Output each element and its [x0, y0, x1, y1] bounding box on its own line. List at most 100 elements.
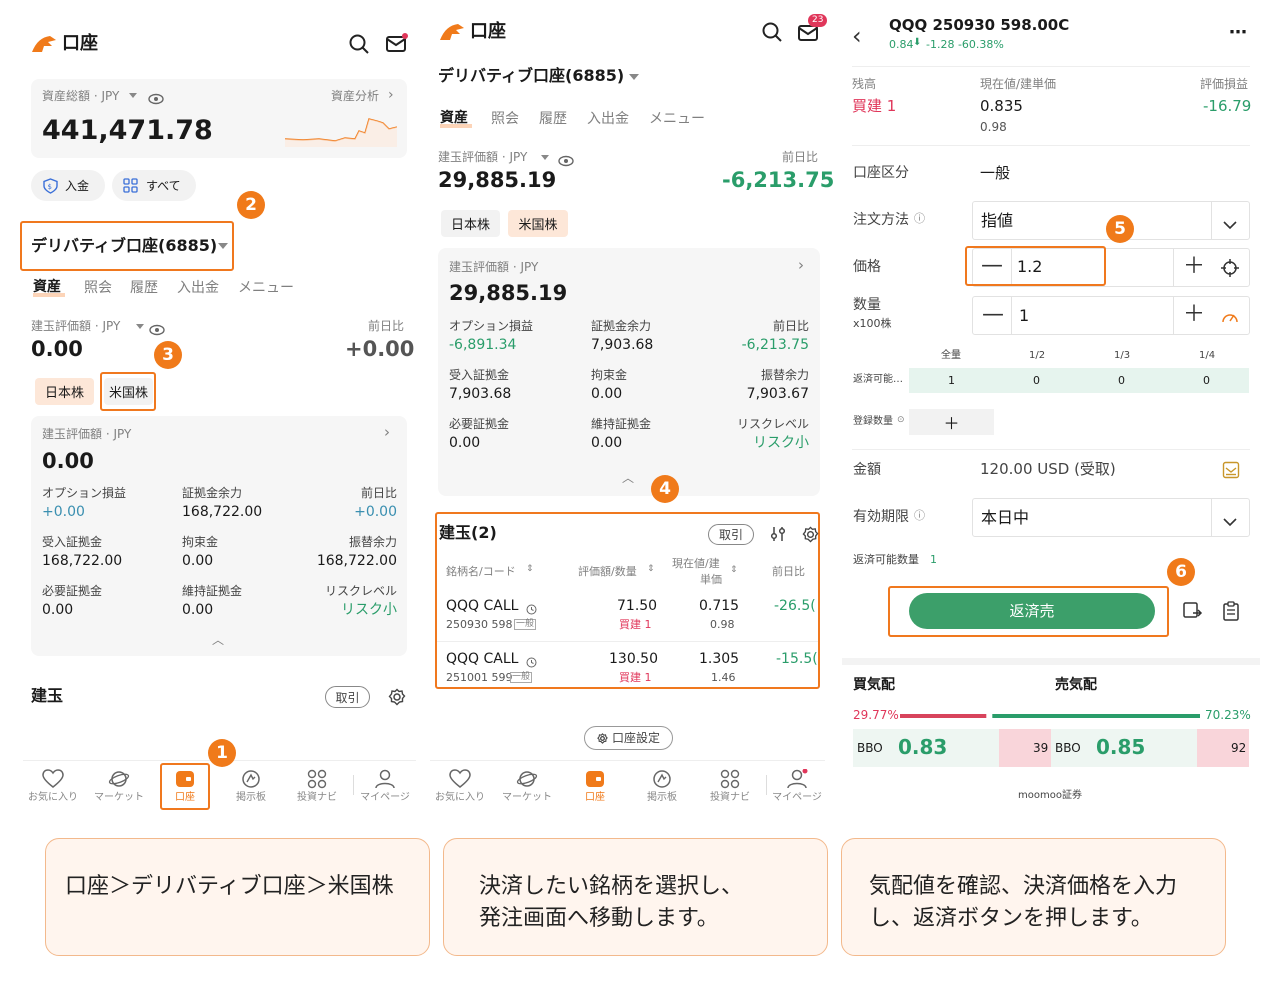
eye-icon[interactable]: [558, 152, 574, 171]
tab-inquiry[interactable]: 照会: [491, 112, 519, 126]
tab-assets[interactable]: 資産: [440, 111, 468, 125]
asset-card[interactable]: 資産総額 · JPY 資産分析 › 441,471.78: [31, 79, 407, 158]
clipboard-icon[interactable]: [1222, 601, 1240, 625]
back-icon[interactable]: ‹: [852, 24, 862, 48]
nav-market[interactable]: マーケット: [89, 769, 149, 803]
ratio-value-all[interactable]: 1: [948, 375, 955, 386]
settings-icon[interactable]: [388, 688, 406, 710]
order-list-icon[interactable]: [1183, 602, 1203, 624]
tab-assets[interactable]: 資産: [33, 280, 61, 294]
chevron-right-icon[interactable]: ›: [384, 425, 390, 440]
collapse-icon[interactable]: ︿: [212, 634, 224, 646]
eye-icon[interactable]: [148, 90, 164, 109]
nav-market[interactable]: マーケット: [497, 769, 557, 803]
trade-button[interactable]: 取引: [708, 524, 754, 545]
ratio-value-quarter[interactable]: 0: [1203, 375, 1210, 386]
chevron-right-icon: ›: [388, 87, 394, 103]
filter-icon[interactable]: [769, 525, 787, 547]
eye-icon[interactable]: [149, 321, 165, 340]
info-icon[interactable]: ⓘ: [914, 510, 925, 521]
nav-favorites[interactable]: お気に入り: [23, 769, 83, 803]
ratio-bar: [909, 368, 1249, 393]
col-value[interactable]: 評価額/数量: [578, 566, 637, 577]
apps-icon: [720, 769, 740, 789]
trade-button[interactable]: 取引: [325, 686, 370, 708]
col-name[interactable]: 銘柄名/コード: [446, 566, 516, 577]
down-arrow-icon: ⬇: [913, 37, 922, 48]
asset-analysis-link[interactable]: 資産分析: [331, 90, 379, 102]
expiry-select[interactable]: 本日中: [972, 498, 1250, 537]
all-button[interactable]: すべて: [112, 170, 196, 201]
nav-account[interactable]: 口座: [155, 769, 215, 803]
col-current[interactable]: 現在値/建: [672, 558, 720, 569]
chip-japan-stocks[interactable]: 日本株: [35, 378, 94, 405]
deposit-button[interactable]: $ 入金: [31, 170, 105, 201]
metric-value: 168,722.00: [182, 504, 263, 520]
nav-board[interactable]: 掲示板: [221, 769, 281, 803]
metric-cell: 受入証拠金 168,722.00: [42, 536, 122, 568]
table-row[interactable]: QQQ CALL 250930 598 一般 71.50 買建 1 0.715 …: [437, 592, 818, 642]
search-icon[interactable]: [762, 22, 782, 46]
minus-icon[interactable]: —: [982, 304, 1004, 326]
register-qty-button[interactable]: ＋: [909, 409, 994, 435]
metric-cell: 証拠金余力 168,722.00: [182, 487, 262, 519]
search-icon[interactable]: [349, 34, 369, 58]
ratio-half: 1/2: [1029, 350, 1046, 361]
ratio-value-half[interactable]: 0: [1033, 375, 1040, 386]
metric-value[interactable]: リスク小: [737, 436, 809, 450]
position-card[interactable]: 建玉評価額 · JPY › 29,885.19 オプション損益 -6,891.34…: [438, 248, 820, 496]
tab-transfer[interactable]: 入出金: [177, 281, 219, 295]
nav-favorites[interactable]: お気に入り: [430, 769, 490, 803]
target-icon[interactable]: [1221, 259, 1239, 281]
divider: [852, 449, 1250, 450]
collapse-icon[interactable]: ︿: [622, 472, 634, 484]
nav-board[interactable]: 掲示板: [632, 769, 692, 803]
metric-value[interactable]: リスク小: [325, 603, 397, 617]
ratio-all: 全量: [941, 350, 961, 361]
tab-transfer[interactable]: 入出金: [587, 112, 629, 126]
row-value: 130.50: [609, 651, 658, 667]
more-icon[interactable]: ⋯: [1229, 24, 1247, 42]
chip-japan-stocks[interactable]: 日本株: [441, 210, 500, 237]
table-row[interactable]: QQQ CALL 251001 599 一般 130.50 買建 1 1.305…: [437, 645, 818, 689]
price-input[interactable]: 1.2: [1017, 259, 1042, 275]
metric-label: 必要証拠金: [449, 417, 510, 431]
chart-box-icon[interactable]: [1222, 461, 1240, 483]
plus-icon[interactable]: ＋: [1183, 304, 1205, 326]
info-icon[interactable]: ⓘ: [914, 213, 925, 224]
position-card[interactable]: 建玉評価額 · JPY › 0.00 オプション損益 +0.00 証拠金余力 168,…: [31, 416, 407, 656]
nav-invest[interactable]: 投資ナビ: [700, 769, 760, 803]
tab-menu[interactable]: メニュー: [649, 112, 705, 126]
ratio-value-third[interactable]: 0: [1118, 375, 1125, 386]
chip-us-stocks[interactable]: 米国株: [508, 210, 568, 237]
tab-inquiry[interactable]: 照会: [84, 281, 112, 295]
chevron-right-icon[interactable]: ›: [798, 258, 804, 273]
settings-icon[interactable]: [802, 526, 819, 547]
tab-history[interactable]: 履歴: [130, 281, 158, 295]
mail-icon[interactable]: [386, 33, 408, 57]
step-badge-6: 6: [1167, 558, 1195, 586]
plus-icon[interactable]: ＋: [1183, 256, 1205, 278]
ask-price[interactable]: 0.85: [1096, 737, 1145, 757]
nav-mypage[interactable]: マイページ: [767, 769, 827, 803]
chevron-down-icon: [1223, 512, 1237, 531]
account-settings-button[interactable]: 口座設定: [584, 726, 673, 750]
nav-account[interactable]: 口座: [565, 769, 625, 803]
account-type-label: 口座区分: [853, 165, 909, 181]
expiry-value: 本日中: [981, 508, 1030, 527]
minus-icon[interactable]: —: [981, 255, 1003, 277]
nav-invest[interactable]: 投資ナビ: [287, 769, 347, 803]
tab-history[interactable]: 履歴: [539, 112, 567, 126]
col-change[interactable]: 前日比: [772, 566, 805, 577]
chip-us-stocks[interactable]: 米国株: [104, 378, 153, 405]
bid-price[interactable]: 0.83: [898, 737, 947, 757]
account-selector[interactable]: デリバティブ口座(6885): [31, 238, 217, 254]
nav-mypage[interactable]: マイページ: [355, 769, 415, 803]
close-sell-button[interactable]: 返済売: [909, 593, 1155, 629]
calculator-icon[interactable]: [1221, 308, 1239, 328]
quantity-input[interactable]: 1: [1019, 308, 1029, 324]
account-selector[interactable]: デリバティブ口座(6885): [438, 68, 624, 84]
wallet-icon: [176, 771, 194, 787]
ask-label: 売気配: [1055, 677, 1097, 693]
tab-menu[interactable]: メニュー: [238, 281, 294, 295]
